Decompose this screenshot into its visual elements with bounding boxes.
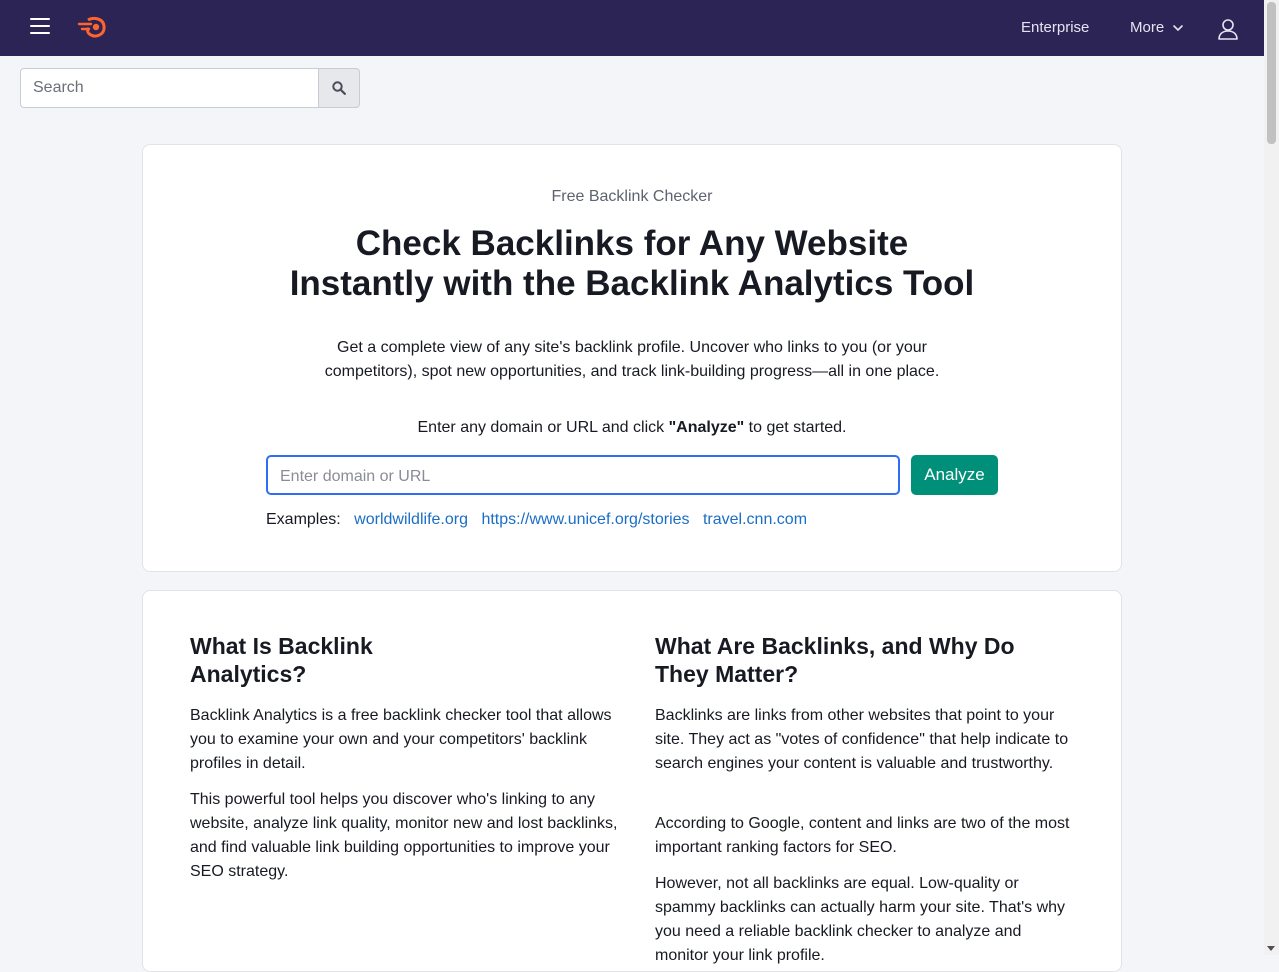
site-search: Search: [20, 68, 360, 108]
hero-instructions: Enter any domain or URL and click "Analy…: [143, 416, 1121, 440]
chevron-down-icon[interactable]: [1172, 22, 1184, 34]
example-link[interactable]: worldwildlife.org: [354, 511, 468, 528]
info-card: What Is Backlink Analytics? Backlink Ana…: [142, 590, 1122, 972]
example-link[interactable]: travel.cnn.com: [703, 511, 807, 528]
hero-card: Free Backlink Checker Check Backlinks fo…: [142, 144, 1122, 572]
analyze-button[interactable]: Analyze: [911, 455, 998, 495]
examples-row: Examples: worldwildlife.org https://www.…: [266, 509, 816, 531]
user-icon[interactable]: [1216, 17, 1240, 41]
paragraph: Backlink Analytics is a free backlink ch…: [190, 707, 612, 772]
hero-eyebrow: Free Backlink Checker: [551, 188, 713, 205]
section-heading: What Is Backlink Analytics?: [190, 633, 373, 687]
top-navigation-bar: Enterprise More: [0, 0, 1264, 56]
paragraph: This powerful tool helps you discover wh…: [190, 791, 618, 880]
example-link[interactable]: https://www.unicef.org/stories: [481, 511, 689, 528]
scroll-down-arrow-icon[interactable]: [1267, 946, 1275, 951]
section-heading: What Are Backlinks, and Why Do They Matt…: [655, 633, 1015, 687]
page-scrollbar[interactable]: [1264, 0, 1279, 955]
cta-prefix: Enter any domain or URL and click: [417, 419, 669, 436]
search-input[interactable]: Search: [20, 68, 319, 108]
hero-description: Get a complete view of any site's backli…: [324, 339, 940, 380]
page-title: Check Backlinks for Any Website Instantl…: [143, 224, 1121, 304]
search-button[interactable]: [318, 68, 360, 108]
scrollbar-thumb[interactable]: [1267, 2, 1276, 144]
hamburger-menu-icon[interactable]: [30, 18, 50, 38]
nav-enterprise-link[interactable]: Enterprise: [1021, 19, 1089, 36]
paragraph: However, not all backlinks are equal. Lo…: [655, 875, 1066, 964]
cta-bold: "Analyze": [668, 419, 745, 436]
page-title-line-1: Check Backlinks for Any Website: [355, 224, 909, 263]
examples-label: Examples:: [266, 511, 341, 528]
semrush-logo[interactable]: [77, 16, 107, 40]
paragraph: Backlinks are links from other websites …: [655, 707, 1069, 772]
page-title-line-2: Instantly with the Backlink Analytics To…: [289, 264, 975, 303]
search-icon: [332, 81, 346, 95]
paragraph: According to Google, content and links a…: [655, 815, 1070, 856]
domain-url-input[interactable]: Enter domain or URL: [266, 455, 900, 495]
nav-more-dropdown[interactable]: More: [1130, 19, 1164, 36]
cta-suffix: to get started.: [744, 419, 847, 436]
